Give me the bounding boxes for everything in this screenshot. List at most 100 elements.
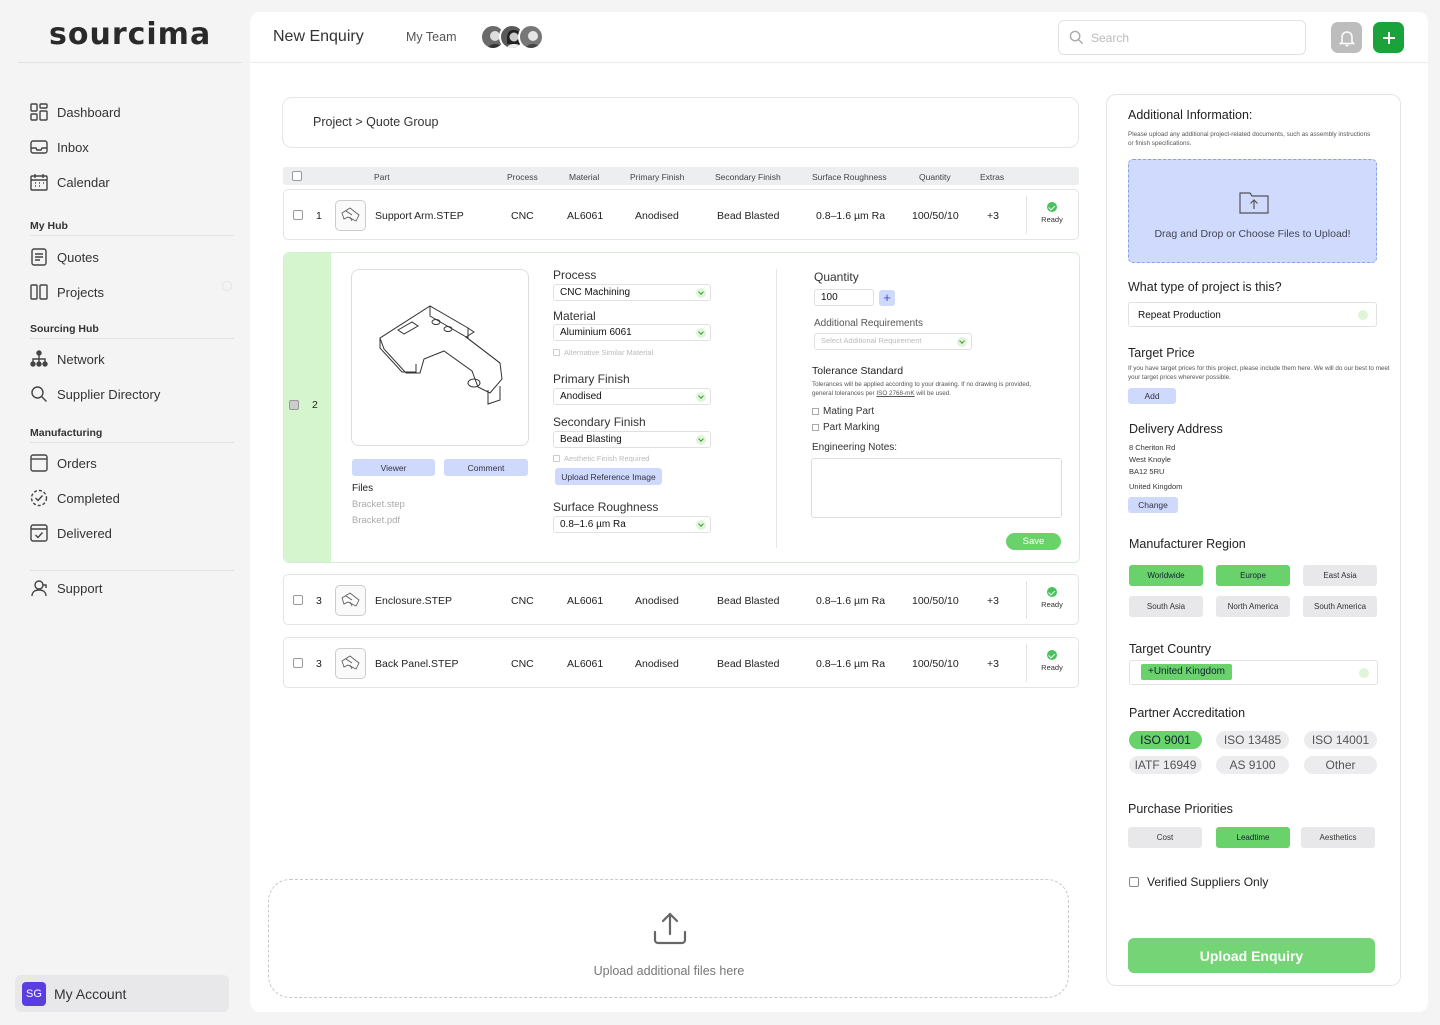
region-chip-south-asia[interactable]: South Asia	[1129, 596, 1203, 617]
brand-logo: sourcima	[49, 17, 212, 52]
cell-extras[interactable]: +3	[987, 595, 999, 607]
priority-chip-leadtime[interactable]: Leadtime	[1216, 827, 1290, 848]
tab-my-team[interactable]: My Team	[406, 30, 456, 44]
sidebar-item-network[interactable]: Network	[30, 347, 105, 371]
row-number: 3	[316, 658, 322, 670]
sidebar-item-label: Calendar	[57, 174, 110, 190]
notifications-button[interactable]	[1331, 22, 1362, 53]
sidebar-item-label: Supplier Directory	[57, 386, 161, 402]
sidebar-item-label: Orders	[57, 455, 97, 471]
surface-roughness-select[interactable]: 0.8–1.6 µm Ra	[553, 516, 711, 533]
sidebar-item-dashboard[interactable]: Dashboard	[30, 100, 121, 124]
part-3d-preview[interactable]	[351, 269, 529, 446]
dropzone-label: Upload additional files here	[593, 964, 745, 978]
chevron-down-icon	[957, 337, 967, 347]
material-select[interactable]: Aluminium 6061	[553, 324, 711, 341]
table-row[interactable]: 3 Back Panel.STEP CNC AL6061 Anodised Be…	[283, 637, 1079, 688]
collapse-icon[interactable]	[222, 281, 232, 291]
my-account-button[interactable]: SG My Account	[15, 975, 229, 1012]
target-country-select[interactable]: +United Kingdom	[1129, 660, 1378, 685]
sidebar-item-inbox[interactable]: Inbox	[30, 135, 89, 159]
files-label: Files	[352, 483, 374, 494]
secondary-finish-select[interactable]: Bead Blasting	[553, 431, 711, 448]
quantity-label: Quantity	[814, 270, 859, 284]
check-icon	[1047, 202, 1057, 212]
save-button[interactable]: Save	[1006, 533, 1061, 550]
part-name[interactable]: Back Panel.STEP	[375, 658, 458, 670]
sidebar-item-completed[interactable]: Completed	[30, 486, 120, 510]
sidebar-item-support[interactable]: Support	[30, 576, 103, 600]
part-thumbnail[interactable]	[335, 200, 366, 231]
upload-enquiry-button[interactable]: Upload Enquiry	[1128, 938, 1375, 973]
region-chip-europe[interactable]: Europe	[1216, 565, 1290, 586]
accreditation-pill-as-9100[interactable]: AS 9100	[1216, 756, 1289, 774]
change-address-button[interactable]: Change	[1128, 497, 1178, 513]
bell-icon	[1338, 30, 1355, 46]
sidebar-item-quotes[interactable]: Quotes	[30, 245, 99, 269]
quantity-input[interactable]: 100	[814, 289, 874, 306]
region-chip-worldwide[interactable]: Worldwide	[1129, 565, 1203, 586]
accreditation-pill-iatf-16949[interactable]: IATF 16949	[1129, 756, 1202, 774]
row-checkbox[interactable]	[293, 210, 303, 220]
part-name[interactable]: Support Arm.STEP	[375, 210, 464, 222]
row-checkbox[interactable]	[293, 658, 303, 668]
comment-button[interactable]: Comment	[444, 459, 528, 476]
avatar[interactable]	[518, 24, 544, 50]
project-type-select[interactable]: Repeat Production	[1128, 302, 1377, 327]
verified-suppliers-checkbox[interactable]: Verified Suppliers Only	[1129, 875, 1268, 889]
inbox-icon	[30, 140, 48, 154]
status-badge: Ready	[1041, 650, 1063, 672]
file-link[interactable]: Bracket.step	[352, 499, 405, 510]
part-marking-checkbox[interactable]: Part Marking	[812, 422, 880, 433]
accreditation-pill-other[interactable]: Other	[1304, 756, 1377, 774]
file-link[interactable]: Bracket.pdf	[352, 515, 400, 526]
table-row[interactable]: 1 Support Arm.STEP CNC AL6061 Anodised B…	[283, 189, 1079, 240]
accreditation-pill-iso-14001[interactable]: ISO 14001	[1304, 731, 1377, 749]
primary-finish-select[interactable]: Anodised	[553, 388, 711, 405]
sidebar-item-delivered[interactable]: Delivered	[30, 521, 112, 545]
part-thumbnail[interactable]	[335, 648, 366, 679]
process-select[interactable]: CNC Machining	[553, 284, 711, 301]
sidebar-divider	[18, 62, 242, 63]
cell-extras[interactable]: +3	[987, 658, 999, 670]
row-checkbox[interactable]	[289, 400, 299, 410]
accreditation-pill-iso-9001[interactable]: ISO 9001	[1129, 731, 1202, 749]
aesthetic-finish-checkbox[interactable]: Aesthetic Finish Required	[553, 454, 649, 463]
part-name[interactable]: Enclosure.STEP	[375, 595, 452, 607]
additional-requirements-select[interactable]: Select Additional Requirement	[814, 333, 972, 350]
row-checkbox[interactable]	[293, 595, 303, 605]
search-input[interactable]: Search	[1058, 20, 1306, 55]
add-quantity-button[interactable]: +	[879, 290, 895, 306]
priority-chip-cost[interactable]: Cost	[1128, 827, 1202, 848]
dashboard-icon	[30, 103, 48, 121]
alternative-material-checkbox[interactable]: Alternative Similar Material	[553, 348, 653, 357]
engineering-notes-textarea[interactable]	[811, 458, 1062, 518]
viewer-button[interactable]: Viewer	[352, 459, 435, 476]
region-chip-south-america[interactable]: South America	[1303, 596, 1377, 617]
file-dropzone[interactable]: Drag and Drop or Choose Files to Upload!	[1128, 159, 1377, 263]
country-tag[interactable]: +United Kingdom	[1141, 664, 1232, 680]
sidebar-item-label: Projects	[57, 284, 104, 300]
table-row[interactable]: 3 Enclosure.STEP CNC AL6061 Anodised Bea…	[283, 574, 1079, 625]
sidebar-item-calendar[interactable]: Calendar	[30, 170, 110, 194]
select-all-checkbox[interactable]	[292, 171, 302, 181]
cell-extras[interactable]: +3	[987, 210, 999, 222]
priority-chip-aesthetics[interactable]: Aesthetics	[1301, 827, 1375, 848]
sidebar-item-projects[interactable]: Projects	[30, 280, 104, 304]
add-target-price-button[interactable]: Add	[1128, 388, 1176, 404]
new-button[interactable]	[1373, 22, 1404, 53]
upload-icon	[653, 912, 687, 945]
cell-primary-finish: Anodised	[635, 658, 679, 670]
accreditation-pill-iso-13485[interactable]: ISO 13485	[1216, 731, 1289, 749]
additional-files-dropzone[interactable]: Upload additional files here	[268, 879, 1069, 998]
sidebar-item-orders[interactable]: Orders	[30, 451, 97, 475]
chevron-down-icon	[1358, 310, 1368, 320]
part-thumbnail[interactable]	[335, 585, 366, 616]
mating-part-checkbox[interactable]: Mating Part	[812, 406, 874, 417]
iso-link[interactable]: ISO 2768-mK	[876, 390, 914, 397]
delivery-address-label: Delivery Address	[1129, 422, 1223, 436]
region-chip-north-america[interactable]: North America	[1216, 596, 1290, 617]
sidebar-item-supplier-directory[interactable]: Supplier Directory	[30, 382, 160, 406]
upload-reference-image-button[interactable]: Upload Reference Image	[555, 468, 662, 485]
region-chip-east-asia[interactable]: East Asia	[1303, 565, 1377, 586]
